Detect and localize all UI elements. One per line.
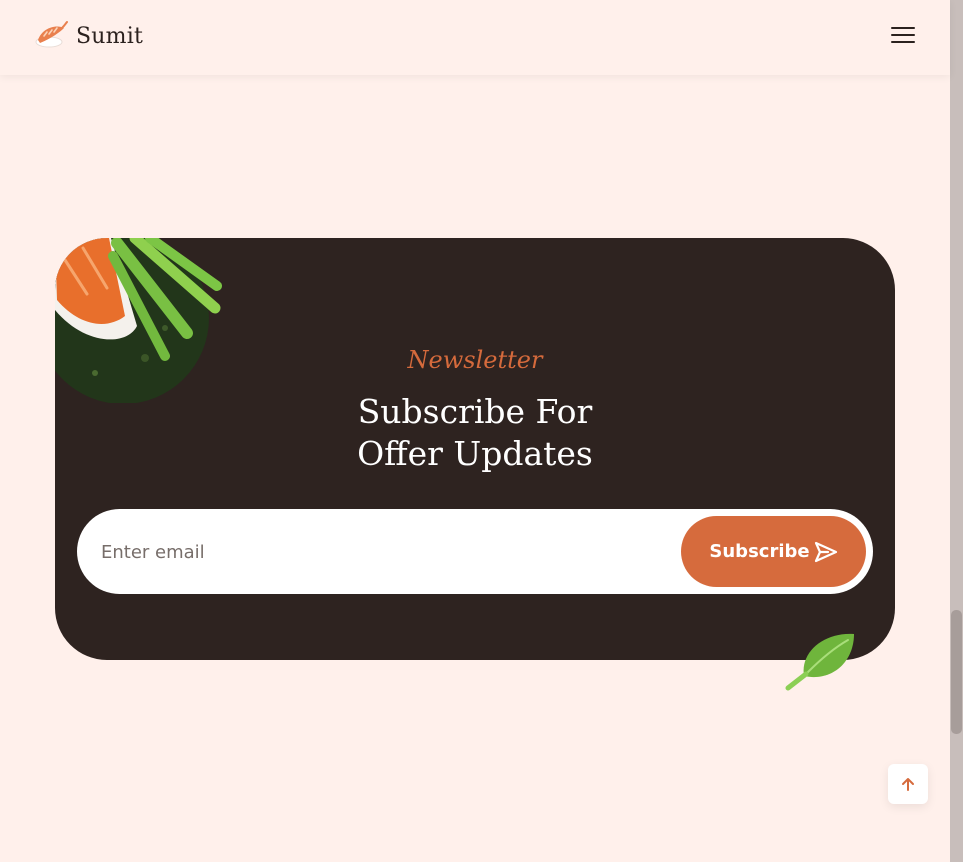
page-scrollbar[interactable]: [950, 0, 963, 862]
scroll-to-top-button[interactable]: [888, 764, 928, 804]
brand[interactable]: Sumit: [32, 20, 143, 52]
site-header: Sumit: [0, 0, 950, 75]
send-icon: [814, 541, 837, 562]
newsletter-title: Subscribe For Offer Updates: [55, 391, 895, 475]
newsletter-title-line-2: Offer Updates: [357, 434, 593, 473]
arrow-up-icon: [902, 778, 914, 791]
sushi-roll-decoration: [55, 238, 222, 403]
newsletter-section: Newsletter Subscribe For Offer Updates S…: [55, 238, 895, 660]
subscribe-form: Subscribe: [77, 509, 873, 594]
shrimp-sushi-icon: [35, 21, 68, 48]
subscribe-button[interactable]: Subscribe: [681, 516, 866, 587]
subscribe-button-label: Subscribe: [709, 541, 810, 562]
newsletter-title-line-1: Subscribe For: [357, 392, 593, 431]
brand-name: Sumit: [76, 23, 143, 49]
email-input[interactable]: [99, 531, 663, 573]
leaf-decoration: [785, 633, 854, 691]
scrollbar-thumb[interactable]: [951, 610, 962, 734]
newsletter-eyebrow: Newsletter: [407, 346, 543, 374]
hamburger-menu-icon[interactable]: [891, 27, 915, 47]
